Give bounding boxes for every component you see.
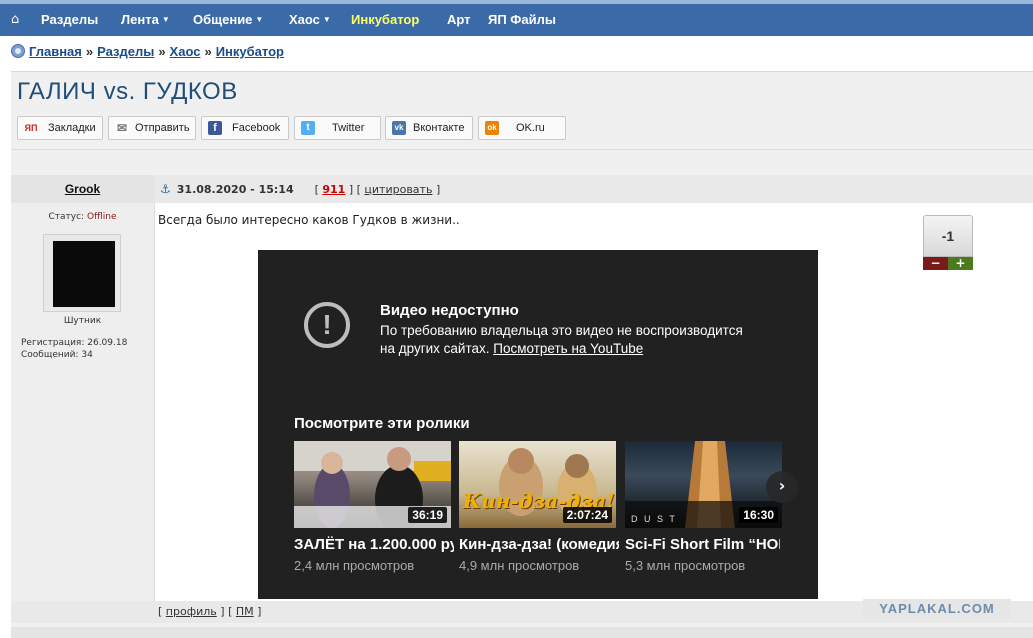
video-title[interactable]: Кин-дза-дза! (комедия) (459, 536, 619, 553)
post-separator (11, 627, 1033, 638)
profile-link[interactable]: профиль (166, 605, 217, 618)
video-title[interactable]: Sci-Fi Short Film “HOPE” (625, 536, 780, 553)
video-thumbnail[interactable]: Кин-дза-дза! 2:07:24 (459, 441, 616, 528)
author-cell: Grook (11, 175, 154, 203)
nav-item-lenta[interactable]: Лента ▼ (121, 12, 170, 27)
breadcrumb-separator: » (85, 44, 94, 59)
vk-icon: vk (392, 121, 406, 135)
author-name-link[interactable]: Grook (11, 182, 154, 196)
youtube-embed[interactable]: ! Видео недоступно По требованию владель… (258, 250, 818, 599)
video-title[interactable]: ЗАЛЁТ на 1.200.000 рублей... (294, 536, 454, 553)
chevron-right-icon[interactable]: › (766, 471, 798, 503)
breadcrumb: Главная» Разделы» Хаос» Инкубатор (11, 44, 284, 62)
chevron-down-icon: ▼ (255, 15, 264, 24)
author-stats: Регистрация: 26.09.18 Сообщений: 34 (21, 337, 127, 361)
ok-icon: ok (485, 121, 499, 135)
thumbnail-logo-text: D U S T (631, 514, 677, 524)
video-views: 2,4 млн просмотров (294, 558, 415, 573)
breadcrumb-bullet-icon (11, 44, 25, 58)
share-twitter-button[interactable]: t Twitter (294, 116, 381, 140)
anchor-icon[interactable]: ⚓ (160, 182, 171, 196)
page-title: ГАЛИЧ vs. ГУДКОВ (17, 78, 238, 105)
share-ok-button[interactable]: ok OK.ru (478, 116, 566, 140)
rating-value: -1 (923, 215, 973, 257)
video-thumbnail[interactable]: 36:19 (294, 441, 451, 528)
topic-panel: ГАЛИЧ vs. ГУДКОВ ЯП Закладки ✉ Отправить… (11, 71, 1033, 638)
nav-item-obshchenie[interactable]: Общение ▼ (193, 12, 263, 27)
author-info: Статус: Offline Шутник Регистрация: 26.0… (11, 203, 155, 601)
post-rating: -1 − + (923, 215, 973, 271)
author-status: Статус: Offline (48, 212, 117, 222)
top-navigation: ⌂ Разделы Лента ▼ Общение ▼ Хаос ▼ Инкубато… (0, 0, 1033, 36)
video-views: 4,9 млн просмотров (459, 558, 580, 573)
nav-item-yap-files[interactable]: ЯП Файлы (488, 12, 556, 27)
share-email-button[interactable]: ✉ Отправить (108, 116, 196, 140)
post-header: Grook ⚓ 31.08.2020 - 15:14 [ 911 ] [ цити… (11, 175, 1033, 203)
share-bookmarks-button[interactable]: ЯП Закладки (17, 116, 103, 140)
watch-on-youtube-link[interactable]: Посмотреть на YouTube (493, 341, 643, 356)
nav-item-haos[interactable]: Хаос ▼ (289, 12, 331, 27)
breadcrumb-haos[interactable]: Хаос (170, 44, 201, 59)
author-messages: Сообщений: 34 (21, 350, 93, 360)
rate-up-button[interactable]: + (948, 257, 973, 270)
avatar-image (53, 241, 115, 307)
video-error-title: Видео недоступно (380, 302, 519, 319)
rate-down-button[interactable]: − (923, 257, 948, 270)
quote-link[interactable]: цитировать (364, 183, 432, 196)
chevron-down-icon: ▼ (322, 15, 331, 24)
post-text: Всегда было интересно каков Гудков в жиз… (158, 213, 460, 227)
site-watermark: YAPLAKAL.COM (863, 599, 1011, 619)
error-icon: ! (304, 302, 350, 348)
home-icon[interactable]: ⌂ (11, 12, 19, 27)
nav-item-razdely[interactable]: Разделы (41, 12, 98, 27)
share-vk-button[interactable]: vk Вконтакте (385, 116, 473, 140)
pm-link[interactable]: ПМ (236, 605, 254, 618)
divider (11, 149, 1033, 150)
nav-item-art[interactable]: Арт (447, 12, 471, 27)
post-meta: ⚓ 31.08.2020 - 15:14 [ 911 ] [ цитировать… (160, 182, 441, 196)
mail-icon: ✉ (115, 121, 129, 135)
author-registration: Регистрация: 26.09.18 (21, 338, 128, 348)
post-date: 31.08.2020 - 15:14 (176, 183, 294, 196)
suggestions-title: Посмотрите эти ролики (294, 415, 470, 432)
author-rank: Шутник (63, 316, 102, 326)
video-duration: 16:30 (739, 507, 778, 523)
video-error-text: По требованию владельца это видео не вос… (380, 323, 743, 356)
facebook-icon: f (208, 121, 222, 135)
video-views: 5,3 млн просмотров (625, 558, 746, 573)
post-vote-count[interactable]: 911 (322, 183, 345, 196)
breadcrumb-separator: » (204, 44, 212, 59)
video-duration: 36:19 (408, 507, 447, 523)
breadcrumb-inkubator[interactable]: Инкубатор (216, 44, 284, 59)
chevron-down-icon: ▼ (161, 15, 170, 24)
share-facebook-button[interactable]: f Facebook (201, 116, 289, 140)
breadcrumb-home[interactable]: Главная (29, 44, 82, 59)
breadcrumb-separator: » (158, 44, 166, 59)
video-duration: 2:07:24 (562, 507, 612, 523)
yap-icon: ЯП (24, 121, 38, 135)
nav-item-inkubator[interactable]: Инкубатор (351, 12, 419, 27)
breadcrumb-razdely[interactable]: Разделы (97, 44, 154, 59)
avatar[interactable] (43, 234, 121, 312)
twitter-icon: t (301, 121, 315, 135)
video-thumbnail[interactable]: D U S T 16:30 (625, 441, 782, 528)
post-footer-links: [ профиль ] [ ПМ ] (158, 605, 262, 618)
